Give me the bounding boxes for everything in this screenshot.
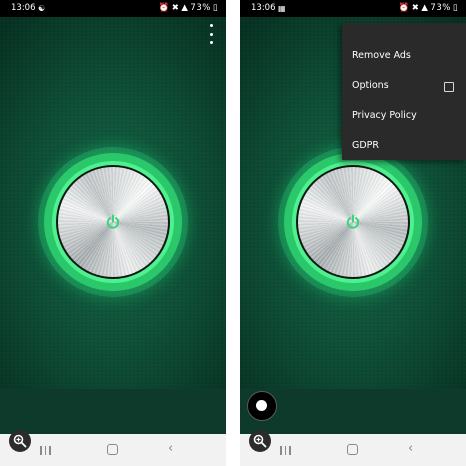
overflow-menu-icon[interactable]	[207, 24, 215, 44]
home-icon[interactable]	[107, 444, 118, 455]
menu-item-options[interactable]: Options	[352, 71, 389, 101]
battery-percent: 73%	[190, 3, 211, 13]
image-icon: ▦	[278, 4, 286, 13]
wifi-icon: ☯	[38, 4, 46, 13]
menu-item-remove-ads[interactable]: Remove Ads	[352, 41, 411, 71]
system-nav-bar: ‹	[240, 434, 466, 466]
back-icon[interactable]: ‹	[408, 442, 413, 456]
status-icons: ⏰ ✖ ▲ 73% ▯	[157, 0, 218, 17]
options-checkbox[interactable]	[444, 82, 454, 92]
power-button[interactable]	[44, 153, 182, 291]
phone-screen-left: 13:06 ☯ ⏰ ✖ ▲ 73% ▯ ‹	[0, 0, 226, 466]
home-icon[interactable]	[347, 444, 358, 455]
status-bar: 13:06 ▦ ⏰ ✖ ▲ 73% ▯	[240, 0, 466, 17]
signal-icon: ▲	[181, 3, 189, 13]
status-bar: 13:06 ☯ ⏰ ✖ ▲ 73% ▯	[0, 0, 226, 17]
status-time: 13:06	[251, 3, 276, 13]
status-time: 13:06	[11, 3, 36, 13]
power-button[interactable]	[284, 153, 422, 291]
menu-item-privacy-policy[interactable]: Privacy Policy	[352, 101, 417, 131]
menu-item-gdpr[interactable]: GDPR	[352, 131, 379, 161]
mute-icon: ✖	[411, 3, 420, 13]
battery-percent: 73%	[430, 3, 451, 13]
power-disc	[298, 167, 408, 277]
back-icon[interactable]: ‹	[168, 442, 173, 456]
overflow-menu: Remove Ads Options Privacy Policy GDPR	[342, 23, 466, 160]
system-nav-bar: ‹	[0, 434, 226, 466]
battery-icon: ▯	[452, 3, 458, 13]
power-icon	[346, 214, 360, 229]
signal-icon: ▲	[421, 3, 429, 13]
alarm-icon: ⏰	[158, 3, 170, 13]
status-icons: ⏰ ✖ ▲ 73% ▯	[397, 0, 458, 17]
record-icon[interactable]	[247, 391, 277, 421]
recents-icon[interactable]	[40, 446, 51, 455]
power-icon	[106, 214, 120, 229]
battery-icon: ▯	[212, 3, 218, 13]
zoom-in-icon[interactable]	[249, 430, 271, 452]
alarm-icon: ⏰	[398, 3, 410, 13]
phone-screen-right: 13:06 ▦ ⏰ ✖ ▲ 73% ▯ Remove Ads Options Priva…	[240, 0, 466, 466]
zoom-in-icon[interactable]	[9, 430, 31, 452]
power-disc	[58, 167, 168, 277]
mute-icon: ✖	[171, 3, 180, 13]
recents-icon[interactable]	[280, 446, 291, 455]
